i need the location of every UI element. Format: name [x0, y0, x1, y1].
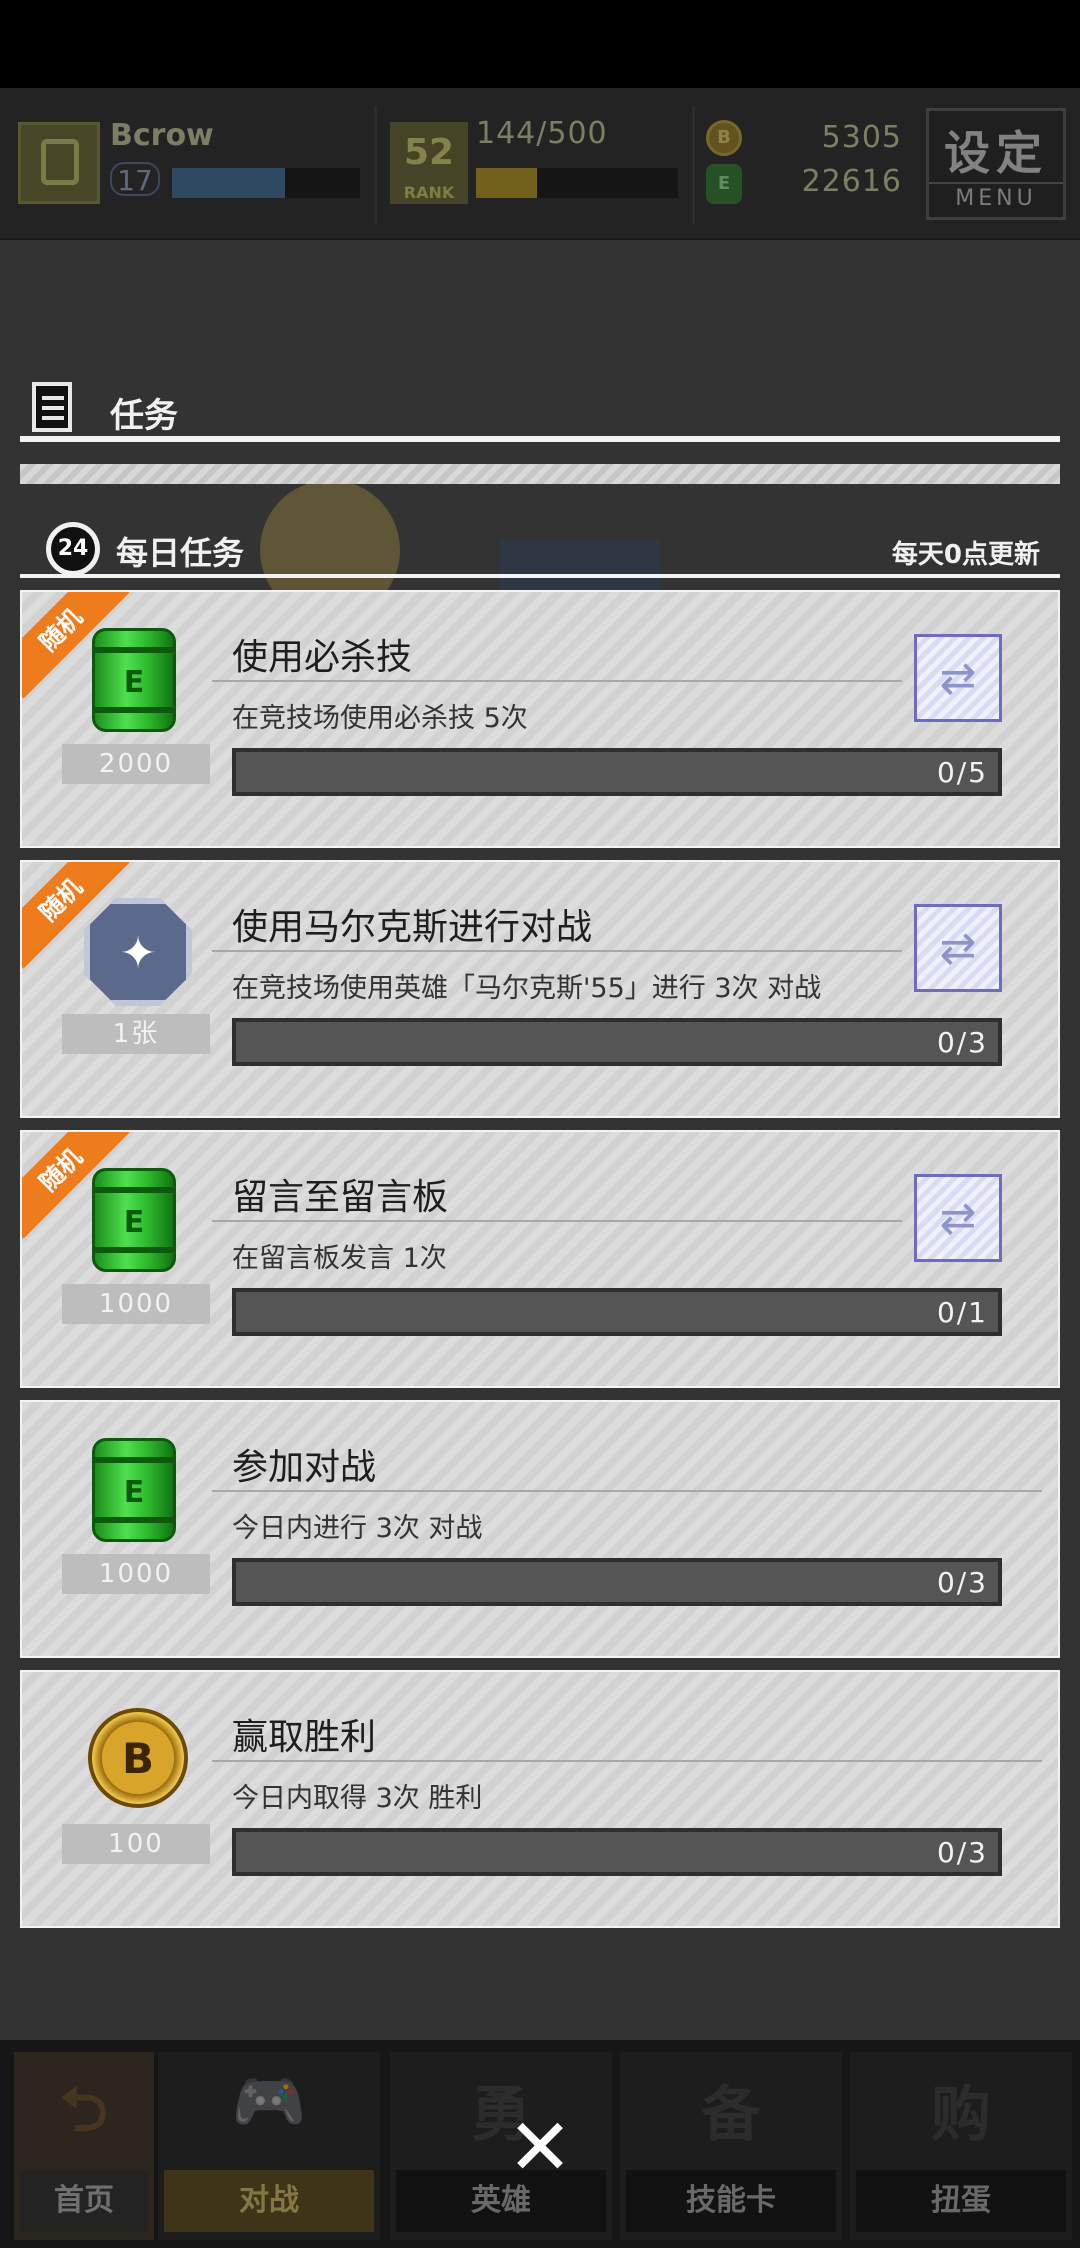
task-progress-bar: 0/5: [232, 748, 1002, 796]
rank-progress-bar: [476, 168, 678, 198]
nav-tab-skill-card[interactable]: 备 技能卡: [620, 2052, 842, 2240]
reward-quantity: 1张: [62, 1014, 210, 1054]
reward-quantity: 1000: [62, 1284, 210, 1324]
refresh-icon: ⇄: [939, 653, 977, 704]
gem-count: 22616: [801, 164, 902, 199]
reward-quantity: 2000: [62, 744, 210, 784]
task-progress-bar: 0/3: [232, 1828, 1002, 1876]
task-description: 在留言板发言 1次: [232, 1243, 447, 1274]
status-bar: [0, 0, 1080, 88]
refresh-task-button[interactable]: ⇄: [914, 634, 1002, 722]
avatar: [18, 122, 100, 204]
reset-note: 每天0点更新: [891, 540, 1040, 570]
nav-tab-gacha[interactable]: 购 扭蛋: [850, 2052, 1072, 2240]
back-arrow-icon: ⮌: [59, 2075, 109, 2145]
rank-progress-text: 144/500: [476, 116, 608, 151]
task-card: 随机 E 1000 留言至留言板 在留言板发言 1次 0/1 ⇄: [20, 1130, 1060, 1388]
hero-card-icon: ✦: [84, 898, 192, 1006]
task-description: 在竞技场使用必杀技 5次: [232, 703, 528, 734]
nav-tab-battle[interactable]: 🎮 对战: [158, 2052, 380, 2240]
player-name: Bcrow: [110, 118, 214, 153]
refresh-icon: ⇄: [939, 1193, 977, 1244]
green-barrel-icon: E: [92, 1438, 182, 1542]
reward-quantity: 1000: [62, 1554, 210, 1594]
reward-quantity: 100: [62, 1824, 210, 1864]
task-title: 参加对战: [232, 1447, 377, 1488]
task-title: 使用必杀技: [232, 637, 413, 678]
green-barrel-icon: E: [92, 628, 182, 732]
coin-icon: B: [706, 120, 742, 156]
gem-icon: E: [706, 164, 742, 204]
daily-title: 每日任务: [116, 534, 245, 572]
task-title: 使用马尔克斯进行对战: [232, 907, 593, 948]
task-description: 在竞技场使用英雄「马尔克斯'55」进行 3次 对战: [232, 973, 822, 1004]
task-card: B 100 赢取胜利 今日内取得 3次 胜利 0/3: [20, 1670, 1060, 1928]
document-icon: [32, 382, 72, 432]
task-progress-bar: 0/3: [232, 1558, 1002, 1606]
refresh-icon: ⇄: [939, 923, 977, 974]
gacha-icon: 购: [931, 2080, 991, 2150]
clock-24-icon: 24: [46, 522, 100, 576]
top-bar: Bcrow 17 52 RANK 144/500 B E 5305 22616 …: [0, 88, 1080, 240]
coin-count: 5305: [821, 120, 902, 155]
player-level-badge: 17: [110, 162, 160, 197]
panel-title: 任务: [110, 396, 178, 436]
task-progress-bar: 0/1: [232, 1288, 1002, 1336]
task-description: 今日内进行 3次 对战: [232, 1513, 483, 1544]
close-button[interactable]: ✕: [498, 2106, 582, 2190]
refresh-task-button[interactable]: ⇄: [914, 904, 1002, 992]
task-title: 赢取胜利: [232, 1717, 377, 1758]
green-barrel-icon: E: [92, 1168, 182, 1272]
task-title: 留言至留言板: [232, 1177, 449, 1218]
level-exp-bar: [172, 168, 360, 198]
task-card: 随机 E 2000 使用必杀技 在竞技场使用必杀技 5次 0/5 ⇄: [20, 590, 1060, 848]
skill-card-icon: 备: [701, 2080, 761, 2150]
menu-button[interactable]: 设定 MENU: [926, 108, 1066, 220]
nav-tab-home[interactable]: ⮌ 首页: [14, 2052, 154, 2240]
refresh-task-button[interactable]: ⇄: [914, 1174, 1002, 1262]
task-description: 今日内取得 3次 胜利: [232, 1783, 483, 1814]
daily-tasks-header: 24 每日任务 每天0点更新: [20, 508, 1060, 584]
task-card: E 1000 参加对战 今日内进行 3次 对战 0/3: [20, 1400, 1060, 1658]
task-progress-bar: 0/3: [232, 1018, 1002, 1066]
rank-icon: 52 RANK: [390, 122, 468, 204]
task-card: 随机 ✦ 1张 使用马尔克斯进行对战 在竞技场使用英雄「马尔克斯'55」进行 3…: [20, 860, 1060, 1118]
gamepad-icon: 🎮: [231, 2067, 307, 2137]
gold-coin-icon: B: [88, 1708, 188, 1812]
